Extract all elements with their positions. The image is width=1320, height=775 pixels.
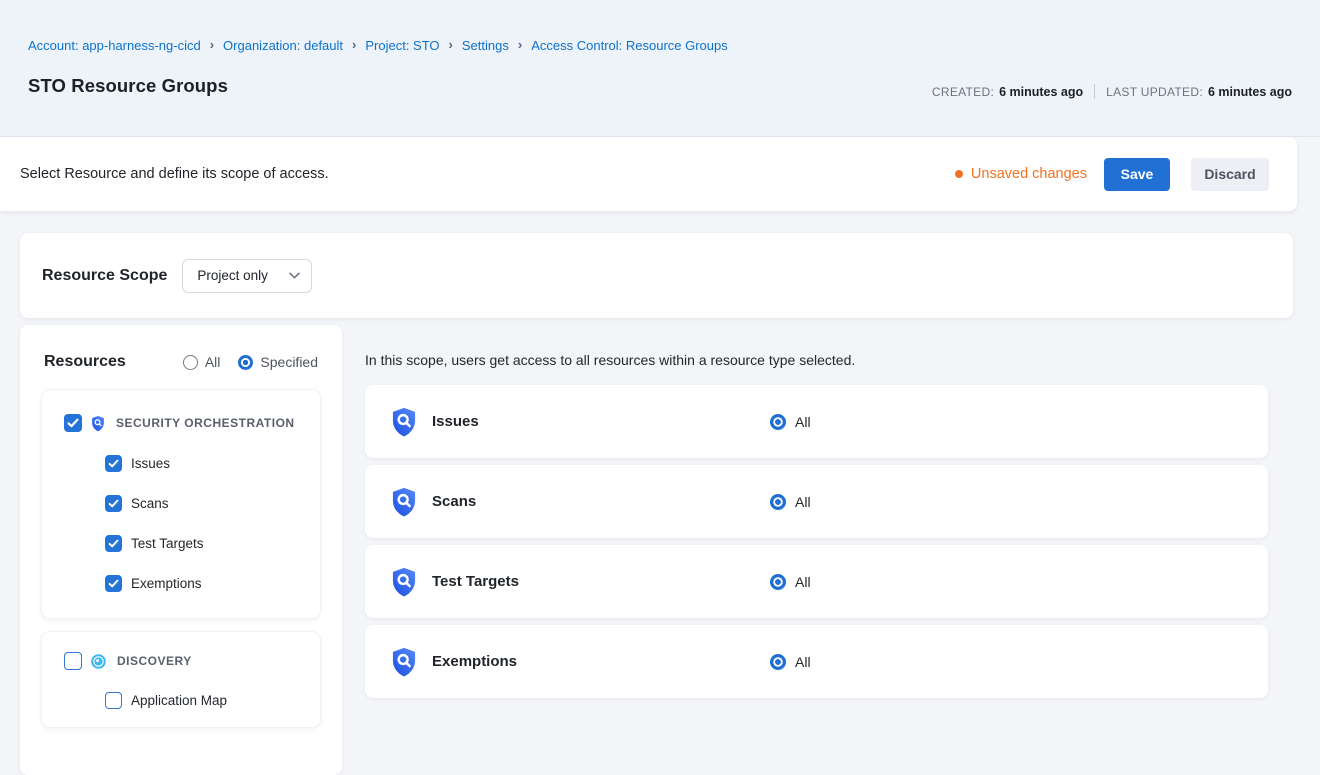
checkbox-unchecked[interactable] xyxy=(105,692,122,709)
shield-search-icon xyxy=(389,646,419,678)
card-radio-label: All xyxy=(795,414,811,430)
resource-card-label: Issues xyxy=(432,413,770,430)
resource-scope-label: Resource Scope xyxy=(42,267,167,285)
resources-panel: Resources All Specified xyxy=(20,325,342,775)
shield-search-icon xyxy=(90,415,106,432)
chevron-down-icon xyxy=(289,272,300,279)
resource-card-test-targets: Test Targets All xyxy=(365,545,1268,618)
radio-selected-icon[interactable] xyxy=(238,355,253,370)
scope-detail-panel: In this scope, users get access to all r… xyxy=(352,325,1320,705)
scope-info-text: In this scope, users get access to all r… xyxy=(365,352,1320,368)
tree-item-label: Exemptions xyxy=(131,576,202,591)
save-button[interactable]: Save xyxy=(1104,158,1170,191)
timestamps: CREATED: 6 minutes ago LAST UPDATED: 6 m… xyxy=(932,84,1292,99)
radio-specified[interactable]: Specified xyxy=(238,354,318,370)
radio-specified-label: Specified xyxy=(260,354,318,370)
unsaved-dot-icon xyxy=(955,170,963,178)
resources-mode-radios: All Specified xyxy=(183,354,318,370)
page-header: Account: app-harness-ng-cicd › Organizat… xyxy=(0,0,1320,137)
card-radio-all[interactable]: All xyxy=(770,574,811,590)
breadcrumb-settings-link[interactable]: Settings xyxy=(462,38,509,53)
tree-item-scans[interactable]: Scans xyxy=(105,495,308,512)
tree-item-label: Issues xyxy=(131,456,170,471)
chevron-right-icon: › xyxy=(518,37,522,52)
tree-item-label: Scans xyxy=(131,496,169,511)
last-updated-value: 6 minutes ago xyxy=(1208,85,1292,99)
breadcrumb-access-control-link[interactable]: Access Control: Resource Groups xyxy=(531,38,728,53)
group-label: SECURITY ORCHESTRATION xyxy=(116,416,295,430)
checkbox-checked[interactable] xyxy=(105,575,122,592)
created-value: 6 minutes ago xyxy=(999,85,1083,99)
tree-item-label: Application Map xyxy=(131,693,227,708)
breadcrumb-project-link[interactable]: Project: STO xyxy=(365,38,439,53)
unsaved-changes-status: Unsaved changes xyxy=(955,166,1087,182)
resource-scope-select[interactable]: Project only xyxy=(182,259,312,293)
group-header: SECURITY ORCHESTRATION xyxy=(64,414,308,432)
chevron-right-icon: › xyxy=(210,37,214,52)
group-header: DISCOVERY xyxy=(64,652,308,670)
checkbox-checked[interactable] xyxy=(105,455,122,472)
tree-item-application-map[interactable]: Application Map xyxy=(105,692,308,709)
tree-item-label: Test Targets xyxy=(131,536,204,551)
toolbar-message: Select Resource and define its scope of … xyxy=(20,166,329,182)
card-radio-label: All xyxy=(795,574,811,590)
resource-scope-selected-value: Project only xyxy=(197,268,268,283)
content-columns: Resources All Specified xyxy=(0,325,1320,775)
resource-card-issues: Issues All xyxy=(365,385,1268,458)
resource-scope-card: Resource Scope Project only xyxy=(20,233,1293,318)
resource-card-label: Exemptions xyxy=(432,653,770,670)
resource-card-label: Scans xyxy=(432,493,770,510)
checkbox-unchecked[interactable] xyxy=(64,652,82,670)
breadcrumb-organization-link[interactable]: Organization: default xyxy=(223,38,343,53)
radio-selected-icon[interactable] xyxy=(770,494,786,510)
group-discovery: DISCOVERY Application Map xyxy=(42,632,320,727)
radio-selected-icon[interactable] xyxy=(770,574,786,590)
tree-item-test-targets[interactable]: Test Targets xyxy=(105,535,308,552)
unsaved-changes-label: Unsaved changes xyxy=(971,166,1087,182)
resource-card-scans: Scans All xyxy=(365,465,1268,538)
group-security-orchestration: SECURITY ORCHESTRATION Issues Scans xyxy=(42,390,320,618)
tree-item-exemptions[interactable]: Exemptions xyxy=(105,575,308,592)
radio-unselected-icon[interactable] xyxy=(183,355,198,370)
tree-item-issues[interactable]: Issues xyxy=(105,455,308,472)
radio-all-label: All xyxy=(205,354,221,370)
chevron-right-icon: › xyxy=(449,37,453,52)
resources-panel-header: Resources All Specified xyxy=(20,325,342,371)
radio-all[interactable]: All xyxy=(183,354,221,370)
checkbox-checked[interactable] xyxy=(105,535,122,552)
breadcrumb: Account: app-harness-ng-cicd › Organizat… xyxy=(28,0,1320,53)
card-radio-label: All xyxy=(795,654,811,670)
radio-selected-icon[interactable] xyxy=(770,414,786,430)
shield-search-icon xyxy=(389,486,419,518)
card-radio-all[interactable]: All xyxy=(770,494,811,510)
resources-title: Resources xyxy=(44,353,126,371)
radio-selected-icon[interactable] xyxy=(770,654,786,670)
shield-search-icon xyxy=(389,406,419,438)
actions-toolbar: Select Resource and define its scope of … xyxy=(0,137,1297,211)
resource-card-exemptions: Exemptions All xyxy=(365,625,1268,698)
card-radio-all[interactable]: All xyxy=(770,654,811,670)
created-label: CREATED: xyxy=(932,85,994,99)
discard-button[interactable]: Discard xyxy=(1191,158,1269,191)
last-updated-label: LAST UPDATED: xyxy=(1106,85,1203,99)
shield-search-icon xyxy=(389,566,419,598)
toolbar-actions: Unsaved changes Save Discard xyxy=(955,158,1269,191)
radar-icon xyxy=(90,653,107,670)
chevron-right-icon: › xyxy=(352,37,356,52)
card-radio-label: All xyxy=(795,494,811,510)
checkbox-checked[interactable] xyxy=(105,495,122,512)
resource-groups-page: Account: app-harness-ng-cicd › Organizat… xyxy=(0,0,1320,733)
checkbox-checked[interactable] xyxy=(64,414,82,432)
group-label: DISCOVERY xyxy=(117,654,192,668)
breadcrumb-account-link[interactable]: Account: app-harness-ng-cicd xyxy=(28,38,201,53)
card-radio-all[interactable]: All xyxy=(770,414,811,430)
divider xyxy=(1094,84,1095,99)
resource-card-label: Test Targets xyxy=(432,573,770,590)
